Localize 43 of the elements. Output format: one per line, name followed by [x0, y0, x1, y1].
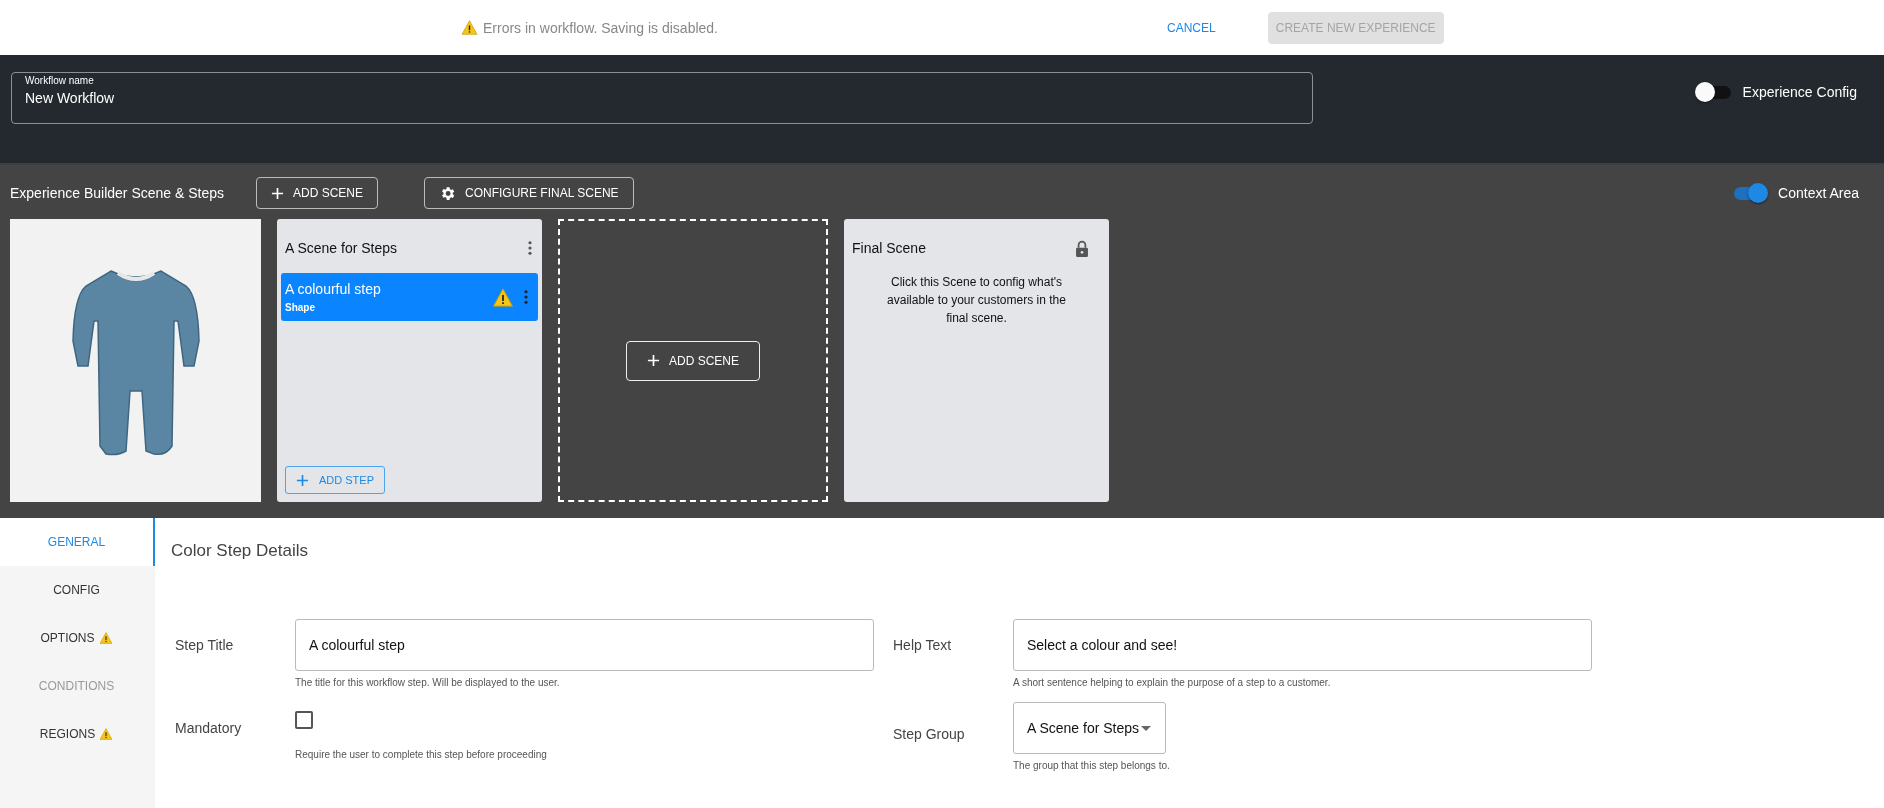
field-label: Workflow name	[24, 75, 95, 86]
field-label: Help Text	[892, 636, 953, 653]
step-item[interactable]: A colourful step Shape	[281, 273, 538, 321]
toggle-switch[interactable]	[1694, 82, 1733, 102]
scene-title: Final Scene	[852, 240, 926, 256]
cancel-button[interactable]: CANCEL	[1151, 11, 1232, 44]
more-options-icon[interactable]	[528, 241, 532, 255]
tab[interactable]: GENERAL	[0, 518, 155, 566]
more-options-icon[interactable]	[524, 290, 528, 304]
toggle-label: Context Area	[1778, 185, 1859, 201]
plus-icon	[647, 354, 660, 367]
checkbox[interactable]	[295, 711, 313, 729]
workflow-name-field[interactable]: Workflow name New Workflow	[11, 72, 1313, 124]
details-title: Color Step Details	[171, 541, 309, 561]
helper-text: The title for this workflow step. Will be displayed to the user.	[295, 677, 561, 688]
final-scene-description: Click this Scene to config what's available to your customers in the final scene.	[886, 274, 1067, 327]
tab[interactable]: OPTIONS	[0, 614, 155, 662]
scene-title: A Scene for Steps	[285, 240, 398, 256]
tab[interactable]: REGIONS	[0, 710, 155, 758]
step-title: A colourful step	[285, 281, 382, 297]
toggle-label: Experience Config	[1742, 84, 1857, 100]
caret-icon	[1141, 725, 1151, 731]
error-message: Errors in workflow. Saving is disabled.	[483, 19, 718, 36]
plus-icon	[271, 186, 284, 200]
tab[interactable]: CONFIG	[0, 566, 155, 614]
text-field[interactable]: A colourful step	[295, 619, 874, 671]
final-scene-card[interactable]: Final Scene Click this Scene to config what's available to your customers in the final scene.	[844, 219, 1109, 502]
helper-text: Require the user to complete this step before proceeding	[295, 749, 547, 760]
add-scene-button[interactable]: ADD SCENE	[256, 177, 379, 209]
section-title: Experience Builder Scene & Steps	[10, 185, 224, 201]
field-label: Mandatory	[174, 719, 243, 736]
field-label: Step Group	[892, 725, 966, 742]
text-field[interactable]: Select a colour and see!	[1013, 619, 1592, 671]
dropdown[interactable]: A Scene for Steps	[1013, 702, 1166, 754]
helper-text: The group that this step belongs to.	[1013, 760, 1170, 771]
settings-icon	[439, 184, 457, 202]
scene-card[interactable]: A Scene for Steps A colourful step Shape ADD STEP	[277, 219, 542, 502]
plus-icon	[296, 473, 309, 487]
helper-text: A short sentence helping to explain the purpose of a step to a customer.	[1013, 677, 1332, 688]
add-scene-button[interactable]: ADD SCENE	[626, 340, 760, 381]
step-type: Shape	[285, 302, 316, 313]
configure-final-scene-button[interactable]: CONFIGURE FINAL SCENE	[424, 177, 634, 209]
field-label: Step Title	[174, 636, 235, 653]
